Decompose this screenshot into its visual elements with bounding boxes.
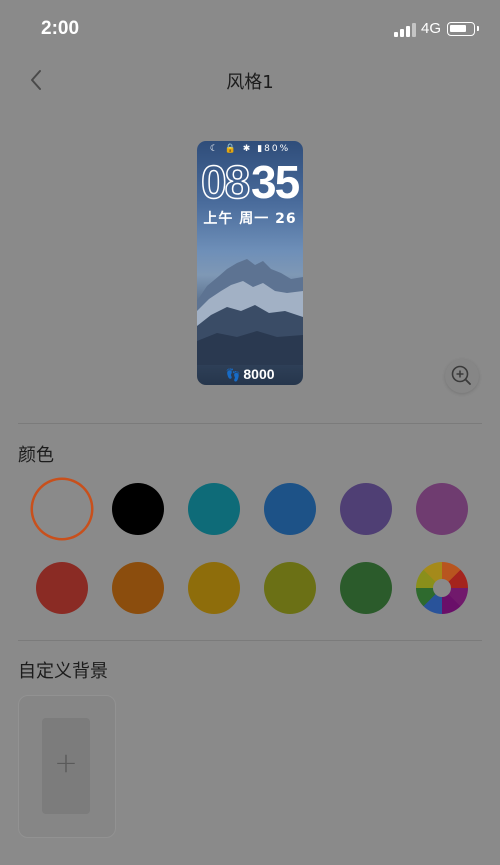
color-swatch-red[interactable] <box>36 562 88 614</box>
band-date: 上午 周一 26 <box>203 211 297 227</box>
mountain-background <box>197 259 303 365</box>
divider <box>18 423 482 424</box>
band-steps: 👣 8000 <box>197 366 303 382</box>
zoom-in-icon <box>451 365 471 385</box>
color-swatch-blue[interactable] <box>264 483 316 535</box>
page-title: 风格1 <box>226 72 274 93</box>
color-swatch-teal[interactable] <box>188 483 240 535</box>
plus-icon: + <box>54 746 78 779</box>
battery-icon <box>447 22 479 36</box>
footprint-icon: 👣 <box>225 368 241 382</box>
navigation-bar: 风格1 <box>0 58 500 102</box>
band-time: 08 35 <box>200 156 301 209</box>
color-swatch-olive[interactable] <box>264 562 316 614</box>
color-swatch-orange[interactable] <box>112 562 164 614</box>
status-time: 2:00 <box>41 18 80 39</box>
swatch-center <box>433 579 451 597</box>
custom-background-placeholder: + <box>42 718 90 814</box>
band-hour: 08 <box>200 156 251 208</box>
color-swatch-black[interactable] <box>112 483 164 535</box>
zoom-button[interactable] <box>445 359 479 393</box>
band-steps-value: 8000 <box>243 366 275 382</box>
network-type: 4G <box>421 20 442 37</box>
divider <box>18 640 482 641</box>
color-swatch-indigo[interactable] <box>340 483 392 535</box>
band-minute: 35 <box>251 156 300 208</box>
color-swatch-amber[interactable] <box>188 562 240 614</box>
band-status-icons: ☾ 🔒 ✱ ▮80% <box>209 144 291 154</box>
signal-icon <box>394 23 416 37</box>
colors-section-title: 颜色 <box>18 445 54 466</box>
color-swatch-green[interactable] <box>340 562 392 614</box>
add-custom-background-button[interactable]: + <box>18 695 116 838</box>
color-swatch-white[interactable] <box>36 483 88 535</box>
status-bar: 2:00 4G <box>0 0 500 58</box>
color-swatch-multicolor[interactable] <box>416 562 468 614</box>
watchface-preview: ☾ 🔒 ✱ ▮80% 08 35 上午 周一 26 👣 8000 <box>197 141 303 385</box>
custom-background-title: 自定义背景 <box>18 661 108 682</box>
color-swatch-purple[interactable] <box>416 483 468 535</box>
